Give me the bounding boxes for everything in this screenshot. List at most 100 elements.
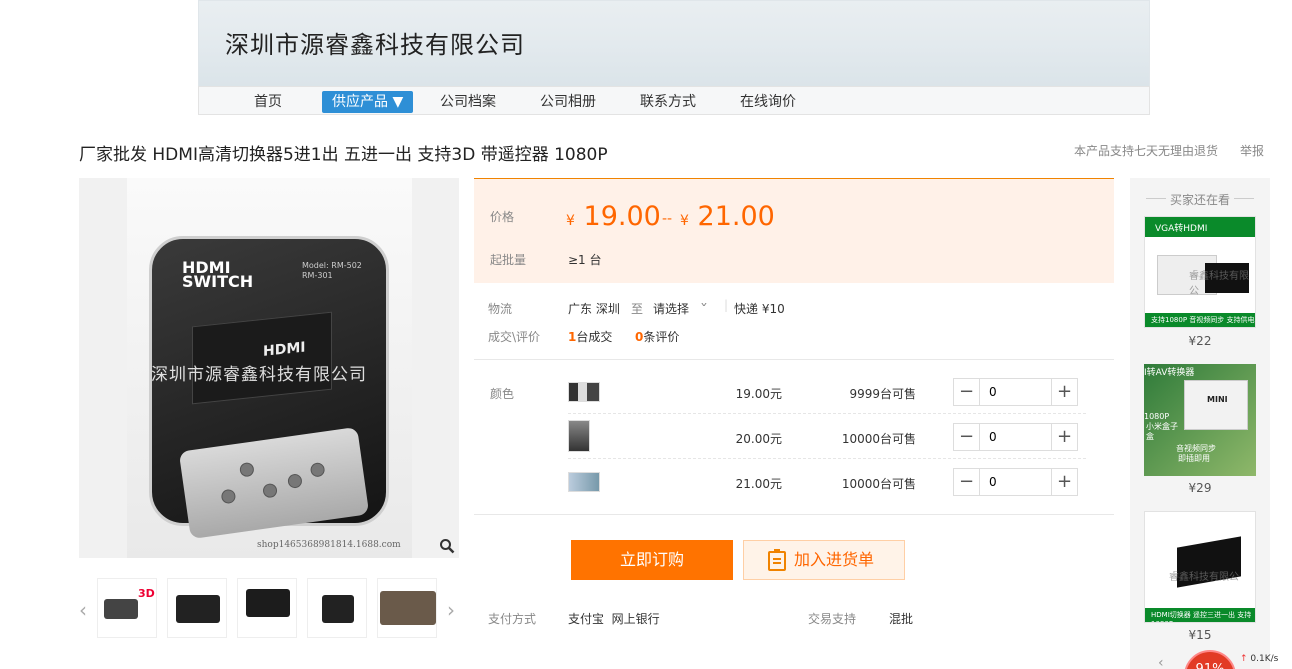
deal-count-text: 台成交 bbox=[576, 330, 613, 344]
quantity-stepper: − + bbox=[953, 423, 1078, 451]
decrement-button[interactable]: − bbox=[954, 469, 980, 495]
increment-button[interactable]: + bbox=[1051, 379, 1077, 405]
image-watermark: 深圳市源睿鑫科技有限公司 bbox=[151, 365, 367, 385]
product-title: 厂家批发 HDMI高清切换器5进1出 五进一出 支持3D 带遥控器 1080P bbox=[79, 145, 608, 165]
quantity-stepper: − + bbox=[953, 468, 1078, 496]
destination-select[interactable]: 请选择 ˅ bbox=[653, 300, 709, 317]
card-bottom-label: 支持1080P 音视频同步 支持供电 bbox=[1145, 313, 1255, 327]
sku-stock: 10000台可售 bbox=[841, 477, 916, 491]
recommended-price: ¥29 bbox=[1188, 481, 1212, 495]
thumbnail[interactable] bbox=[167, 578, 227, 638]
ship-to-word: 至 bbox=[631, 302, 644, 316]
thumbnail[interactable] bbox=[377, 578, 437, 638]
quantity-input[interactable] bbox=[981, 469, 1051, 495]
review-count[interactable]: 0条评价 bbox=[635, 328, 679, 345]
quantity-input[interactable] bbox=[981, 379, 1051, 405]
deal-count[interactable]: 1台成交 bbox=[568, 328, 612, 345]
network-speed-value: 0.1K/s bbox=[1250, 654, 1279, 664]
recommended-price: ¥15 bbox=[1188, 628, 1212, 642]
trade-support-label: 交易支持 bbox=[808, 612, 857, 626]
sku-price: 21.00元 bbox=[735, 477, 782, 491]
nav-home[interactable]: 首页 bbox=[244, 91, 292, 113]
nav-inquiry[interactable]: 在线询价 bbox=[730, 91, 806, 113]
sku-row: 21.00元 10000台可售 − + bbox=[568, 459, 1086, 504]
price-low: ¥ 19.00 bbox=[566, 201, 661, 232]
card-text: 音视频同步 bbox=[1176, 444, 1216, 453]
sku-thumbnail[interactable] bbox=[568, 420, 590, 452]
recommended-product[interactable]: MINI I转AV转换器 1080P 小米盒子 盒 音视频同步 即插即用 bbox=[1144, 364, 1256, 476]
return-policy-link[interactable]: 本产品支持七天无理由退货 bbox=[1074, 142, 1218, 159]
recommended-product[interactable]: 睿鑫科技有限公 HDMI切换器 遥控三进一出 支持1080P bbox=[1144, 511, 1256, 623]
add-to-cart-button[interactable]: 加入进货单 bbox=[743, 540, 905, 580]
price-high: ¥ 21.00 bbox=[680, 201, 775, 232]
card-text: 1080P bbox=[1144, 412, 1170, 421]
buy-now-button[interactable]: 立即订购 bbox=[571, 540, 733, 580]
sidebar-prev-icon[interactable]: ‹ bbox=[1158, 655, 1164, 669]
logistics-panel: 物流 广东 深圳 至 请选择 ˅ | 快递 ¥10 成交\评价 1台成交 0条评… bbox=[474, 283, 1114, 360]
card-badge: MINI bbox=[1207, 395, 1228, 404]
deals-label: 成交\评价 bbox=[488, 330, 541, 344]
quantity-input[interactable] bbox=[981, 424, 1051, 450]
sku-thumbnail[interactable] bbox=[568, 472, 600, 492]
nav-products[interactable]: 供应产品 ▼ bbox=[322, 91, 414, 113]
main-product-image[interactable]: HDMI SWITCH Model: RM-502 RM-301 HDMI 深圳… bbox=[79, 178, 459, 558]
card-bottom-label: HDMI切换器 遥控三进一出 支持1080P bbox=[1145, 608, 1255, 622]
review-count-text: 条评价 bbox=[643, 330, 680, 344]
company-name: 深圳市源睿鑫科技有限公司 bbox=[225, 31, 525, 59]
card-top-label: VGA转HDMI bbox=[1145, 217, 1255, 237]
thumbnail[interactable] bbox=[237, 578, 297, 638]
sku-price: 19.00元 bbox=[735, 387, 782, 401]
remote-control bbox=[178, 426, 370, 540]
nav-company-profile[interactable]: 公司档案 bbox=[430, 91, 506, 113]
currency-symbol: ¥ bbox=[566, 213, 575, 229]
sku-stock: 9999台可售 bbox=[849, 387, 916, 401]
price-panel: 价格 ¥ 19.00 -- ¥ 21.00 起批量 ≥1 台 bbox=[474, 178, 1114, 283]
sku-stock: 10000台可售 bbox=[841, 432, 916, 446]
recommended-price: ¥22 bbox=[1188, 334, 1212, 348]
decrement-button[interactable]: − bbox=[954, 379, 980, 405]
product-image-bg: MINI I转AV转换器 1080P 小米盒子 盒 音视频同步 即插即用 bbox=[1144, 364, 1256, 476]
sku-thumbnail[interactable] bbox=[568, 382, 600, 402]
also-viewed-panel: 买家还在看 VGA转HDMI 睿鑫科技有限公 支持1080P 音视频同步 支持供… bbox=[1130, 178, 1270, 669]
network-speed: ↑ 0.1K/s bbox=[1240, 654, 1278, 664]
report-link[interactable]: 举报 bbox=[1240, 142, 1264, 159]
increment-button[interactable]: + bbox=[1051, 424, 1077, 450]
thumb-next-icon[interactable]: › bbox=[447, 598, 455, 622]
decrement-button[interactable]: − bbox=[954, 424, 980, 450]
nav-contact[interactable]: 联系方式 bbox=[630, 91, 706, 113]
express-fee: 快递 ¥10 bbox=[734, 302, 785, 316]
nav-company-album[interactable]: 公司相册 bbox=[530, 91, 606, 113]
quantity-stepper: − + bbox=[953, 378, 1078, 406]
upload-arrow-icon: ↑ bbox=[1240, 654, 1248, 664]
card-watermark: 睿鑫科技有限公 bbox=[1189, 271, 1249, 297]
thumbnail[interactable] bbox=[307, 578, 367, 638]
package-logo: HDMI SWITCH bbox=[182, 258, 254, 291]
thumb-prev-icon[interactable]: ‹ bbox=[79, 598, 87, 622]
add-to-cart-label: 加入进货单 bbox=[794, 550, 875, 569]
color-label: 颜色 bbox=[490, 387, 515, 401]
zoom-icon[interactable] bbox=[439, 538, 455, 554]
chevron-down-icon: ˅ bbox=[699, 302, 709, 316]
logistics-label: 物流 bbox=[488, 302, 513, 316]
trade-support: 混批 bbox=[889, 612, 914, 626]
payment-methods: 支付宝 网上银行 bbox=[568, 612, 660, 626]
thumbnail-strip: ‹ 3D › bbox=[79, 578, 459, 640]
product-image-part: MINI bbox=[1184, 380, 1248, 430]
increment-button[interactable]: + bbox=[1051, 469, 1077, 495]
destination-select-label: 请选择 bbox=[653, 302, 690, 316]
ship-from: 广东 深圳 bbox=[568, 302, 620, 316]
package-models: Model: RM-502 RM-301 bbox=[302, 261, 362, 280]
card-text: 小米盒子 bbox=[1146, 422, 1178, 431]
device-label: HDMI bbox=[263, 339, 306, 360]
payment-label: 支付方式 bbox=[488, 612, 537, 626]
also-viewed-title: 买家还在看 bbox=[1130, 191, 1270, 208]
switch-device: HDMI bbox=[192, 311, 332, 405]
sku-price: 20.00元 bbox=[735, 432, 782, 446]
sku-panel: 颜色 19.00元 9999台可售 − + 20.00元 10000台可售 − … bbox=[474, 360, 1114, 515]
price-separator: -- bbox=[662, 211, 673, 227]
thumbnail[interactable]: 3D bbox=[97, 578, 157, 638]
sku-row: 19.00元 9999台可售 − + bbox=[568, 369, 1086, 414]
recommended-product[interactable]: VGA转HDMI 睿鑫科技有限公 支持1080P 音视频同步 支持供电 bbox=[1144, 216, 1256, 328]
price-high-value: 21.00 bbox=[697, 201, 775, 232]
shop-url: shop1465368981814.1688.com bbox=[257, 540, 401, 550]
